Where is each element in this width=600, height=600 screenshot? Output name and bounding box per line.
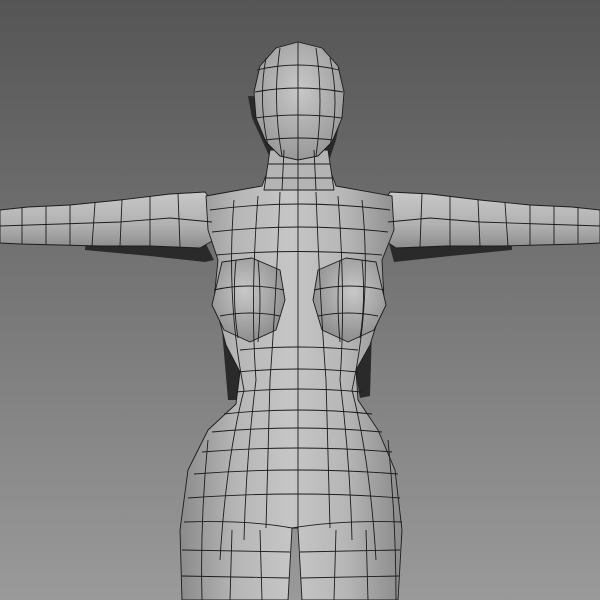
3d-viewport[interactable] xyxy=(0,0,600,600)
viewport-canvas xyxy=(0,0,600,600)
